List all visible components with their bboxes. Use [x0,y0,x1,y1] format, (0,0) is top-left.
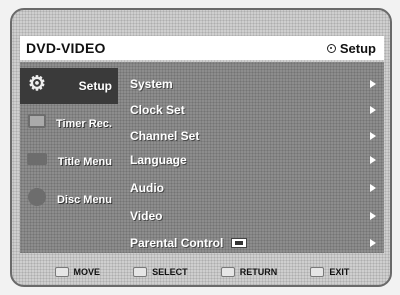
menu-content: ⚙ Setup Timer Rec. Title Menu Disc Menu … [20,62,384,253]
menu-item-label: Video [130,209,163,223]
sidebar-item-label: Setup [78,79,112,93]
sidebar-item-label: Disc Menu [56,194,112,206]
menu-item-system[interactable]: System [130,72,380,96]
menu-item-parental-control[interactable]: Parental Control [130,231,380,255]
menu-item-audio[interactable]: Audio [130,176,380,200]
lock-icon [231,238,248,248]
guide-move-label: MOVE [73,267,101,277]
guide-move: MOVE [54,267,101,277]
gear-icon: ⚙ [28,72,46,95]
guide-exit: EXIT [310,267,349,277]
sidebar-item-setup[interactable]: ⚙ Setup [20,68,118,104]
guide-select: SELECT [133,267,188,277]
menu-item-label: Parental Control [130,236,224,250]
arrow-right-icon [370,239,376,247]
return-key-icon [220,267,235,277]
menu-item-label: Channel Set [130,129,200,143]
menu-item-language[interactable]: Language [130,148,380,172]
button-guide: MOVE SELECT RETURN EXIT [20,261,384,283]
setup-menu: System Clock Set Channel Set Language Au… [130,62,380,253]
arrow-right-icon [370,156,376,164]
menu-item-label: Audio [130,181,164,195]
guide-exit-label: EXIT [329,267,350,277]
arrow-right-icon [370,212,376,220]
page-title: DVD-VIDEO [26,40,106,56]
arrow-right-icon [370,184,376,192]
menu-item-label: Language [130,153,187,167]
arrow-right-icon [370,132,376,140]
guide-select-label: SELECT [152,267,188,277]
exit-key-icon [310,267,325,277]
sidebar-item-label: Title Menu [57,156,112,168]
arrow-right-icon [370,106,376,114]
menu-header: DVD-VIDEO Setup [20,36,384,60]
timer-icon [26,110,48,132]
disc-icon [326,43,336,53]
menu-item-label: Clock Set [130,103,185,117]
select-key-icon [133,267,148,277]
menu-item-label: System [130,77,173,91]
guide-return-label: RETURN [239,267,278,277]
sidebar-item-label: Timer Rec. [55,118,112,130]
menu-item-video[interactable]: Video [130,204,380,228]
guide-return: RETURN [220,267,278,277]
title-menu-icon [26,148,48,170]
section-label: Setup [339,40,376,56]
move-key-icon [54,267,69,277]
sidebar-item-title-menu[interactable]: Title Menu [20,144,118,180]
sidebar-item-timer-rec[interactable]: Timer Rec. [20,106,118,142]
dvd-setup-screen: DVD-VIDEO Setup ⚙ Setup Timer Rec. Title… [10,8,392,287]
disc-menu-icon [26,186,48,208]
sidebar-item-disc-menu[interactable]: Disc Menu [20,182,118,218]
parental-control-left: Parental Control [130,236,248,250]
arrow-right-icon [370,80,376,88]
sidebar: ⚙ Setup Timer Rec. Title Menu Disc Menu [20,62,118,253]
section-indicator: Setup [326,40,376,56]
menu-item-channel-set[interactable]: Channel Set [130,124,380,148]
menu-item-clock-set[interactable]: Clock Set [130,98,380,122]
